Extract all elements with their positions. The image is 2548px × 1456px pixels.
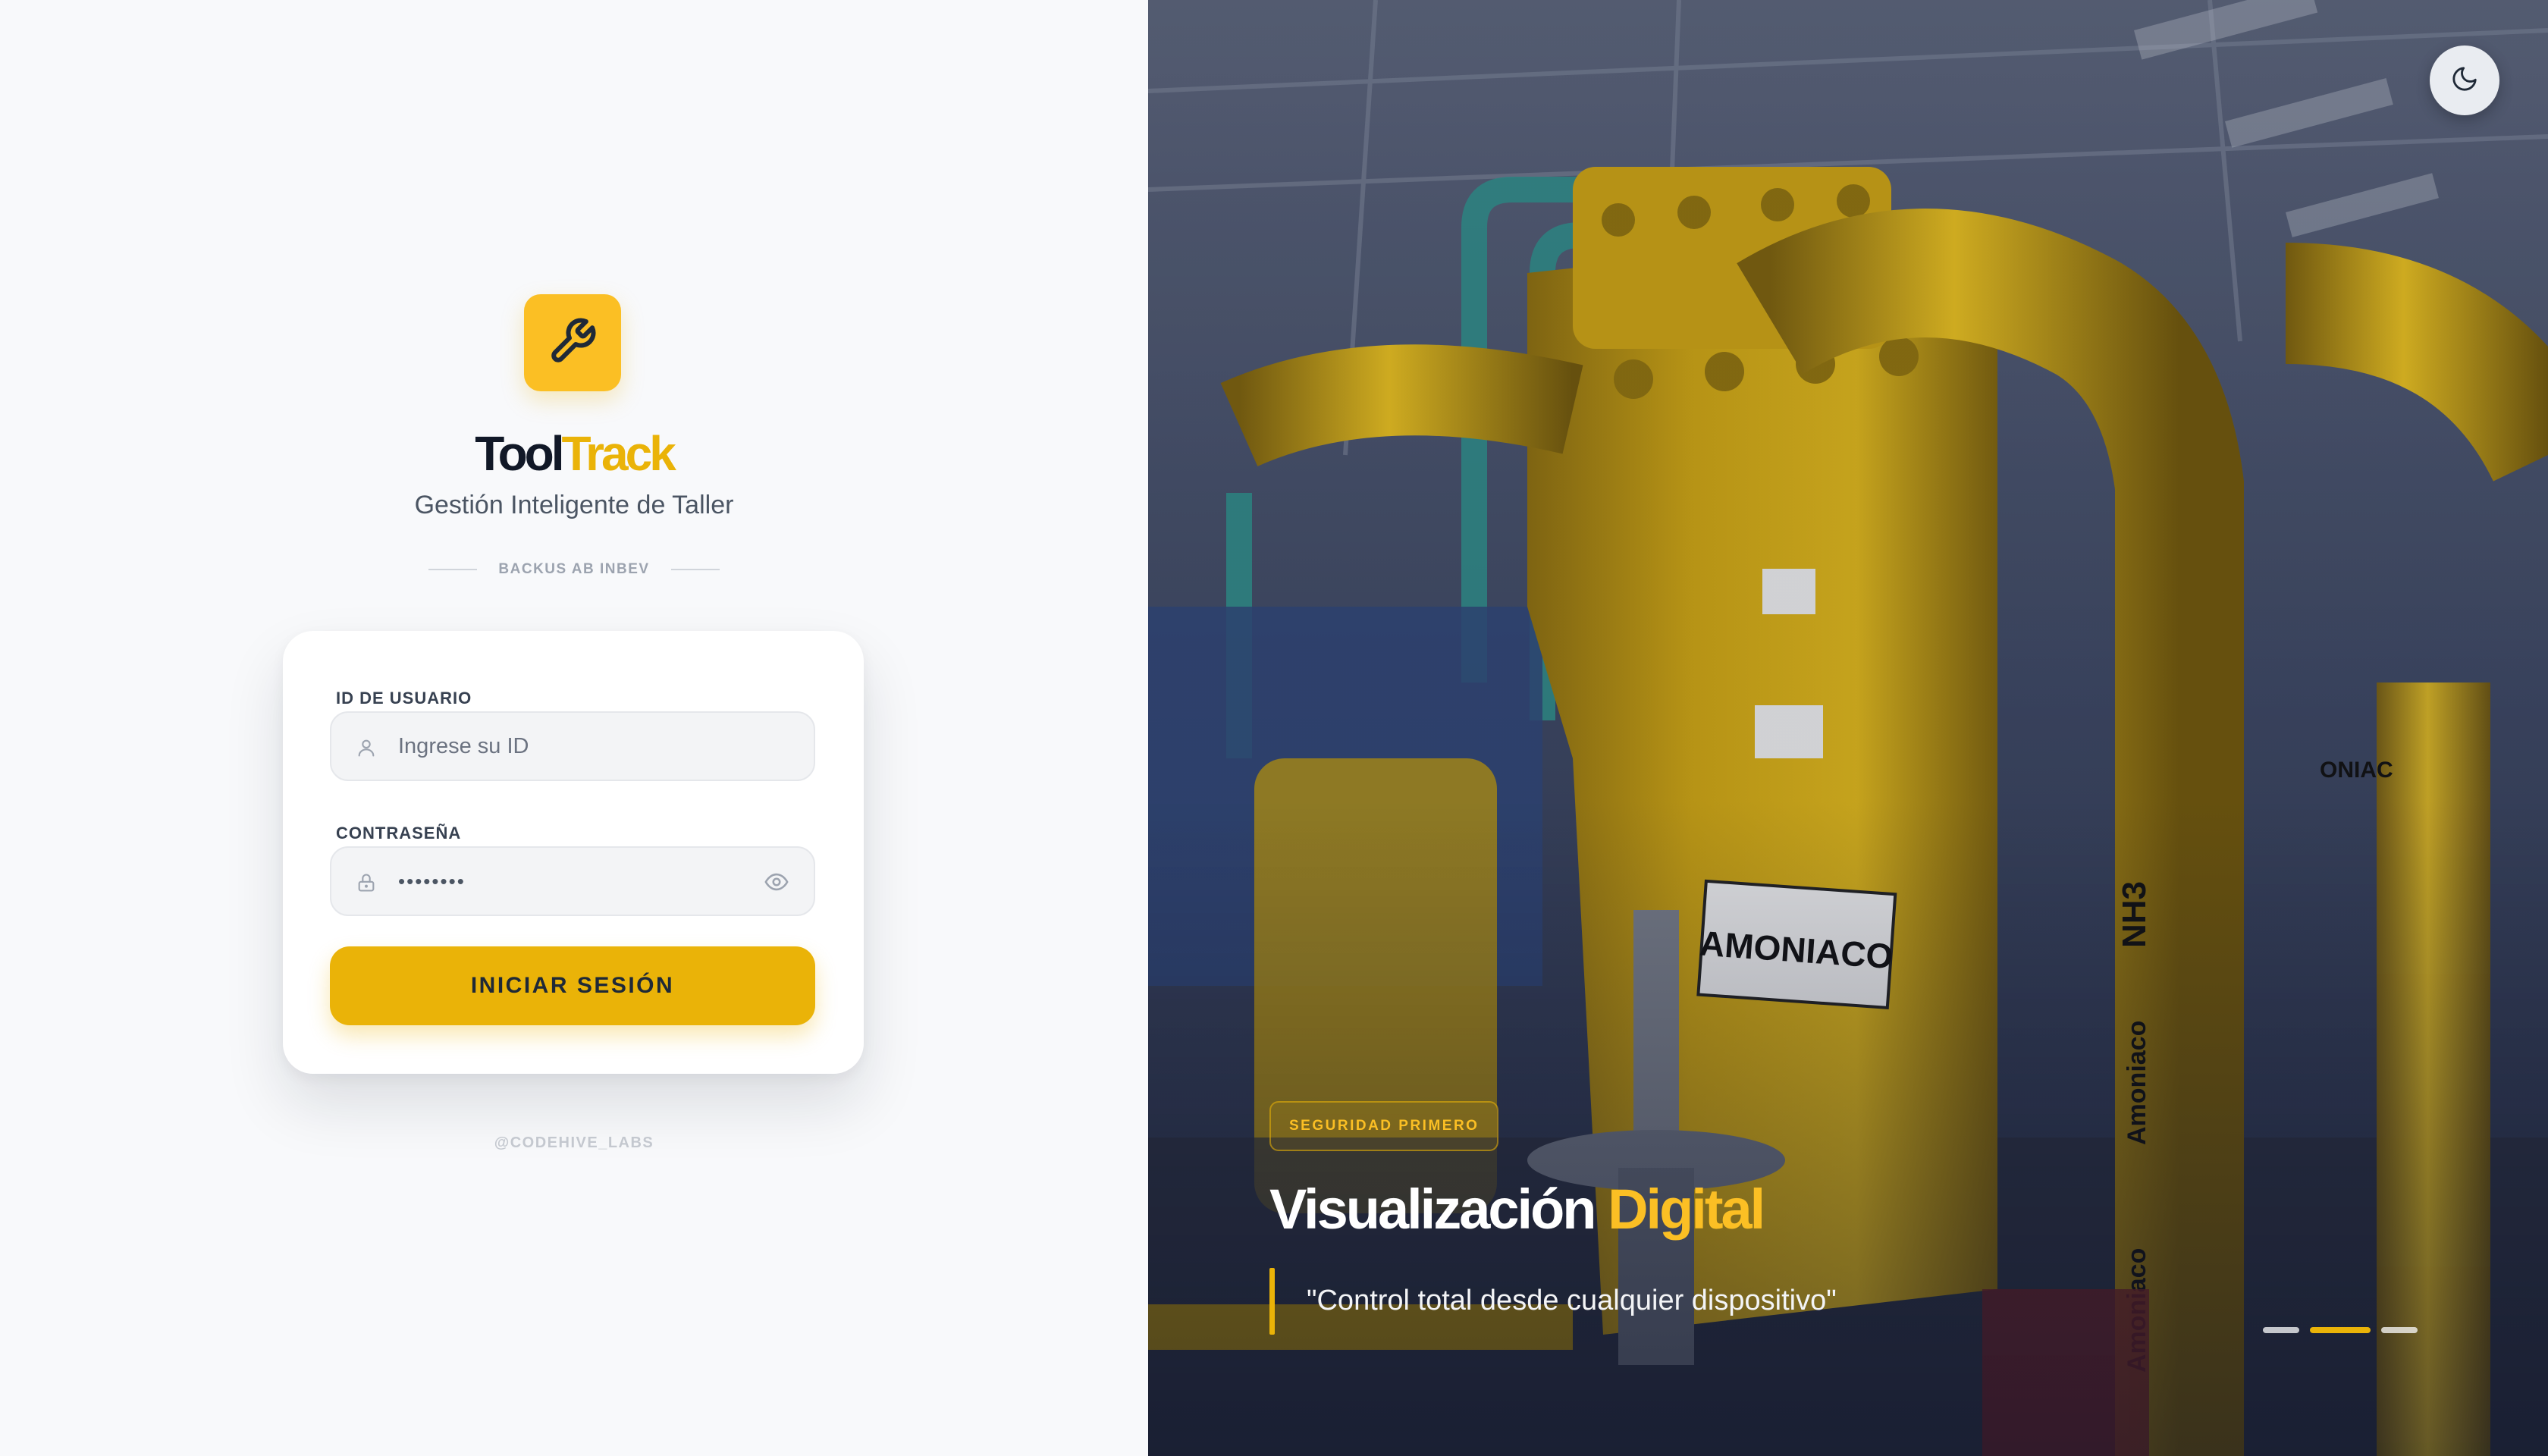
moon-icon [2450,64,2479,97]
app-title-part1: Tool [475,426,564,481]
app-tagline: Gestión Inteligente de Taller [414,491,734,519]
user-id-placeholder: Ingrese su ID [398,734,529,758]
hero-panel: AMONIACO ONIAC NH3 Amoniaco Amoniaco SEG… [1148,0,2548,1456]
divider-line-left [428,569,478,570]
eye-icon[interactable] [762,868,791,896]
carousel-dot-1[interactable] [2263,1327,2299,1333]
wrench-icon [548,316,598,370]
footer-credit: @CODEHIVE_LABS [494,1134,654,1151]
theme-toggle-button[interactable] [2430,46,2499,115]
login-form: ID DE USUARIO Ingrese su ID CONTRASEÑA •… [283,631,864,1074]
lock-icon [354,871,378,895]
user-icon [354,736,378,760]
carousel-indicators [2263,1327,2418,1333]
hero-title-part1: Visualización [1269,1178,1596,1241]
login-panel: ToolTrack Gestión Inteligente de Taller … [0,0,1148,1456]
company-divider: BACKUS AB INBEV [0,561,1148,578]
carousel-dot-3[interactable] [2381,1327,2418,1333]
password-value: •••••••• [398,870,466,893]
password-field[interactable]: •••••••• [330,846,815,916]
user-id-label: ID DE USUARIO [336,689,472,708]
carousel-dot-2[interactable] [2310,1327,2371,1333]
password-label: CONTRASEÑA [336,824,462,843]
app-title: ToolTrack [0,425,1148,482]
app-title-part2: Track [561,426,676,481]
hero-quote: "Control total desde cualquier dispositi… [1307,1285,1837,1316]
hero-badge: SEGURIDAD PRIMERO [1269,1101,1499,1151]
hero-title-part2: Digital [1608,1178,1765,1241]
company-name: BACKUS AB INBEV [498,561,650,577]
hero-title: Visualización Digital [1269,1175,1765,1244]
quote-accent-bar [1269,1268,1275,1335]
app-logo [524,294,621,391]
user-id-field[interactable]: Ingrese su ID [330,711,815,781]
divider-line-right [670,569,720,570]
login-button[interactable]: INICIAR SESIÓN [330,946,815,1025]
